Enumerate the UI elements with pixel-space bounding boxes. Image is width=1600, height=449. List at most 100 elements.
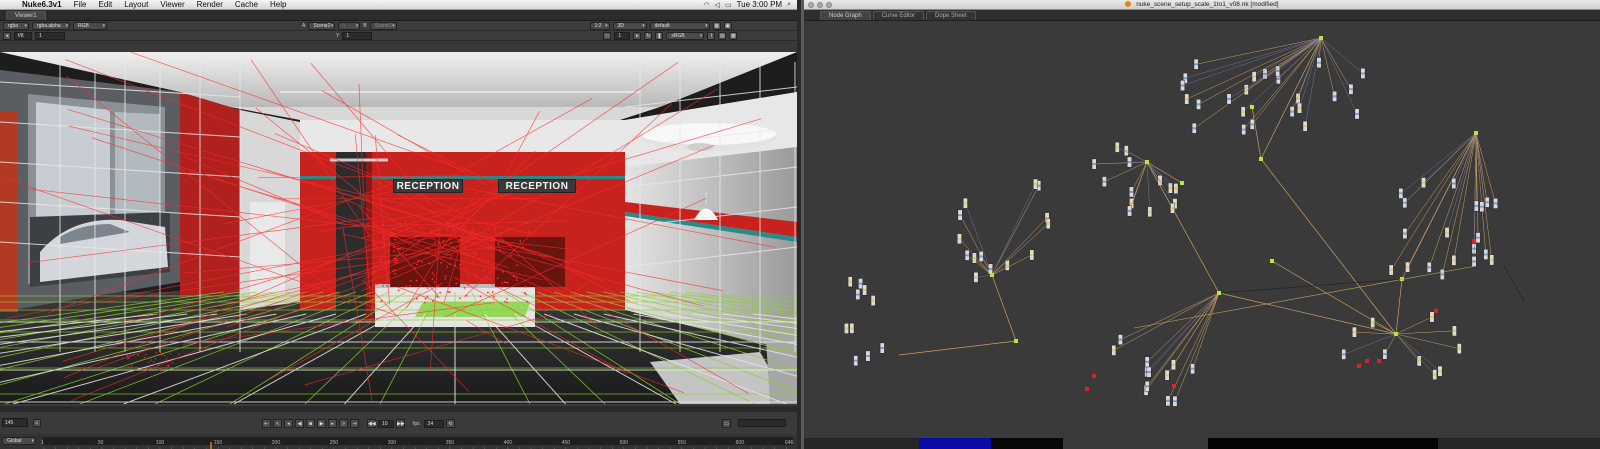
menubar-clock[interactable]: Tue 3:00 PM: [737, 0, 783, 9]
proxy-field[interactable]: 1: [614, 31, 631, 40]
graph-node: [1144, 356, 1150, 368]
alpha-channel-dropdown[interactable]: rgba.alpha: [32, 21, 70, 30]
ip-icon[interactable]: I: [707, 31, 716, 40]
play-backward-button[interactable]: ◀: [295, 419, 304, 428]
menu-edit[interactable]: Edit: [92, 0, 118, 9]
graph-node: [1429, 311, 1435, 323]
graph-node: [853, 355, 859, 367]
viewer-viewport[interactable]: RECEPTION RECEPTION: [0, 52, 797, 404]
window-title: nuke_scene_setup_scale_1to1_v08.nk [modi…: [1136, 1, 1279, 8]
input-b-dropdown[interactable]: Scene2: [369, 21, 397, 30]
menu-layout[interactable]: Layout: [118, 0, 154, 9]
tab-viewer1[interactable]: Viewer1: [6, 11, 46, 20]
graph-node: [1033, 178, 1038, 190]
graph-node: [1180, 80, 1185, 91]
status-segment-black: [1208, 438, 1438, 449]
graph-node: [1241, 124, 1247, 135]
red-node: [1172, 384, 1176, 388]
fps-field[interactable]: 24: [423, 419, 444, 428]
minimize-window-icon[interactable]: [817, 2, 823, 8]
wifi-icon[interactable]: ◠: [703, 1, 709, 9]
timeline-tick-label: 250: [329, 440, 339, 446]
current-frame-field[interactable]: 145: [2, 418, 28, 427]
menu-file[interactable]: File: [68, 0, 93, 9]
range-field[interactable]: [738, 419, 786, 427]
timeline-tick-label: 300: [387, 440, 397, 446]
graph-node: [1275, 65, 1281, 77]
next-key-button[interactable]: »: [339, 419, 348, 428]
step-field[interactable]: 10: [378, 419, 394, 428]
lut-dropdown[interactable]: sRGB: [666, 31, 705, 40]
close-window-icon[interactable]: [808, 2, 814, 8]
viewer-scrub-strip[interactable]: [0, 406, 797, 412]
clip-warning-icon[interactable]: ◂: [3, 31, 11, 40]
graph-node: [1127, 156, 1132, 168]
graph-node: [1398, 187, 1404, 199]
graph-node: [1243, 84, 1249, 96]
graph-node: [978, 251, 984, 262]
timeline-scope-dropdown[interactable]: Global: [2, 437, 36, 445]
flipbook-button[interactable]: ▭: [722, 419, 731, 428]
menu-render[interactable]: Render: [191, 0, 229, 9]
dot-node: [1217, 291, 1221, 295]
battery-icon[interactable]: ▭: [725, 1, 732, 9]
volume-icon[interactable]: ◁: [715, 1, 720, 9]
viewer-settings-icon[interactable]: ▦: [712, 21, 721, 30]
gain-field[interactable]: 1: [35, 31, 65, 40]
lock-icon[interactable]: ▤: [718, 31, 727, 40]
timeline[interactable]: Global 150100150200250300350400450500550…: [0, 434, 797, 449]
first-frame-button[interactable]: ⇤: [262, 419, 271, 428]
tab-node-graph[interactable]: Node Graph: [820, 11, 871, 20]
graph-node: [1190, 363, 1196, 375]
last-frame-button[interactable]: ⇥: [350, 419, 359, 428]
timeline-tick-label: 350: [445, 440, 455, 446]
graph-node: [1405, 261, 1410, 273]
play-icon[interactable]: ▸: [633, 31, 642, 40]
roi-icon[interactable]: ▭: [603, 31, 612, 40]
prev-key-button[interactable]: «: [273, 419, 282, 428]
dot-node: [1474, 131, 1478, 135]
graph-node: [1171, 359, 1176, 371]
spotlight-icon[interactable]: ⌕: [787, 1, 791, 9]
channels-dropdown[interactable]: rgba: [3, 21, 29, 30]
app-menu[interactable]: Nuke6.3v1: [14, 0, 68, 9]
stop-button[interactable]: ■: [306, 419, 315, 428]
dot-node: [1250, 105, 1254, 109]
camera-dropdown[interactable]: default: [649, 21, 710, 30]
view-mode-dropdown[interactable]: 3D: [612, 21, 647, 30]
grid-icon[interactable]: ▦: [729, 31, 738, 40]
viewer-controls-row1: rgba rgba.alpha RGB A Scene2 - B Scene2 …: [0, 21, 797, 31]
dot-node: [990, 273, 994, 277]
display-colorspace-dropdown[interactable]: RGB: [73, 21, 107, 30]
tab-curve-editor[interactable]: Curve Editor: [872, 11, 925, 20]
viewer-overlay-icon[interactable]: ▣: [723, 21, 732, 30]
frame-lock-icon[interactable]: ⌂: [33, 419, 41, 427]
zoom-window-icon[interactable]: [826, 2, 832, 8]
step-back-button[interactable]: ◂: [284, 419, 293, 428]
pause-icon[interactable]: ❚: [655, 31, 664, 40]
input-a-dropdown[interactable]: Scene2: [308, 21, 336, 30]
menu-help[interactable]: Help: [264, 0, 292, 9]
status-segment-dark: [991, 438, 1063, 449]
play-forward-button[interactable]: ▶: [317, 419, 326, 428]
graph-node: [1437, 365, 1443, 377]
skip-back-button[interactable]: ◀◀: [367, 419, 376, 428]
graph-node: [1484, 196, 1490, 208]
loop-mode-button[interactable]: ⟲: [445, 419, 455, 428]
downrez-dropdown[interactable]: 1:2: [589, 21, 610, 30]
step-forward-button[interactable]: ▸: [328, 419, 337, 428]
node-graph-canvas[interactable]: [804, 21, 1600, 438]
tab-dope-sheet[interactable]: Dope Sheet: [926, 11, 976, 20]
refresh-icon[interactable]: ↻: [644, 31, 653, 40]
menu-cache[interactable]: Cache: [229, 0, 264, 9]
graph-node: [1289, 106, 1295, 117]
transport-area: 145 ⌂ ⇤ « ◂ ◀ ■ ▶ ▸ » ⇥ ◀◀ 10 ▶▶ fps 24: [0, 404, 797, 449]
menu-viewer[interactable]: Viewer: [154, 0, 190, 9]
gamma-field[interactable]: 1: [342, 31, 373, 40]
input-a-op-dropdown[interactable]: -: [338, 21, 361, 30]
timeline-tick-label: 500: [619, 440, 629, 446]
red-node: [1377, 359, 1381, 363]
fstop-field[interactable]: f/8: [14, 31, 32, 40]
graph-node: [847, 276, 853, 288]
skip-forward-button[interactable]: ▶▶: [396, 419, 405, 428]
